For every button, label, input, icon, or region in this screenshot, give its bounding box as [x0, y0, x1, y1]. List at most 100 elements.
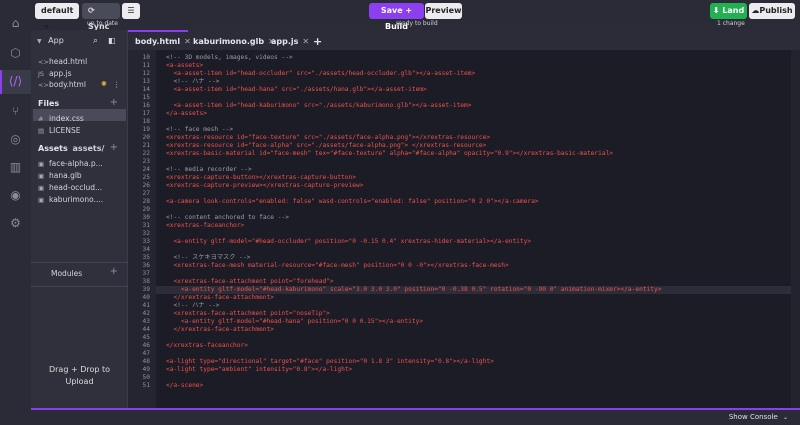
- show-console-button[interactable]: Show Console ⌄: [729, 413, 788, 421]
- code-line: <xrextras-resource id="face-alpha" src="…: [166, 142, 487, 149]
- app-label: App: [48, 36, 64, 45]
- line-number: 45: [142, 334, 150, 341]
- gear-icon[interactable]: ⚙: [8, 216, 23, 231]
- code-line: <!-- スケキヨマスク -->: [166, 254, 251, 261]
- app-header: ▼ App ⌕ ◧: [31, 32, 128, 50]
- line-number: 27: [142, 190, 150, 197]
- collapse-triangle-icon[interactable]: ▼: [37, 38, 42, 45]
- land-button[interactable]: ⬇ Land: [710, 3, 747, 19]
- file-name: kaburimono....: [49, 195, 104, 204]
- files-section-label: Files: [38, 99, 60, 108]
- land-label: Land: [722, 6, 745, 15]
- line-number: 47: [142, 350, 150, 357]
- code-line: <a-camera look-controls="enabled: false"…: [166, 198, 539, 205]
- sync-status: up to date: [87, 20, 118, 27]
- code-line: <a-light type="ambient" intensity="0.8">…: [166, 366, 353, 373]
- file-name: face-alpha.p...: [49, 159, 103, 168]
- code-line: <a-asset-item id="head-kaburimono" src="…: [166, 102, 472, 109]
- line-number: 46: [142, 342, 150, 349]
- file-item-app-js[interactable]: JS app.js: [38, 68, 72, 79]
- asset-item-head-occluder[interactable]: ▣ head-occlud...: [38, 182, 102, 193]
- line-number: 36: [142, 262, 150, 269]
- drop-text-line1: Drag + Drop to: [48, 365, 111, 374]
- map-icon[interactable]: ▥: [8, 160, 23, 175]
- line-number: 42: [142, 310, 150, 317]
- line-number: 12: [142, 70, 150, 77]
- code-line: <!-- ハナ -->: [166, 78, 220, 85]
- file-item-body-html[interactable]: <>body.html ✺ ⋮: [38, 79, 121, 90]
- line-number-gutter: 10 11 12 13 14 15 16 17 18 19 20 21 22 23 24 25 26 27 28 29…: [128, 50, 156, 408]
- cube-icon[interactable]: ⬡: [8, 46, 23, 61]
- line-number: 51: [142, 382, 150, 389]
- file-item-head-html[interactable]: <>head.html: [38, 56, 87, 67]
- add-file-icon[interactable]: +: [110, 97, 118, 108]
- tab-app-js[interactable]: app.js ✕: [271, 33, 309, 50]
- document-icon: ▤: [38, 127, 45, 135]
- line-number: 21: [142, 142, 150, 149]
- target-icon[interactable]: ◎: [8, 132, 23, 147]
- upload-dropzone[interactable]: Drag + Drop to Upload: [31, 364, 128, 388]
- hash-icon: #: [38, 115, 44, 123]
- sync-icon: ⟳: [88, 6, 95, 15]
- code-line: <xrextras-face-attachment point="forehea…: [166, 278, 334, 285]
- tab-kaburimono-glb[interactable]: kaburimono.glb ✕: [193, 33, 275, 50]
- branch-selector[interactable]: default ▼: [35, 3, 79, 31]
- tab-label: app.js: [271, 37, 299, 46]
- collapse-panel-icon[interactable]: ◧: [108, 32, 116, 50]
- home-icon[interactable]: ⌂: [8, 16, 23, 31]
- save-build-button[interactable]: Save + Build: [369, 3, 424, 31]
- menu-button[interactable]: ☰: [122, 3, 140, 19]
- sync-button[interactable]: ⟳ Sync: [82, 3, 120, 31]
- code-line: <a-light type="directional" target="#fac…: [166, 358, 494, 365]
- close-icon[interactable]: ✕: [184, 37, 191, 46]
- editor-scrollbar[interactable]: [791, 50, 800, 408]
- webcam-icon[interactable]: ◉: [8, 188, 23, 203]
- file-item-license[interactable]: ▤ LICENSE: [38, 125, 80, 136]
- code-line: <!-- face mesh -->: [166, 126, 234, 133]
- line-number: 19: [142, 126, 150, 133]
- line-number: 34: [142, 246, 150, 253]
- file-name: index.css: [49, 114, 84, 123]
- line-number: 25: [142, 174, 150, 181]
- more-icon[interactable]: ⋮: [113, 79, 121, 90]
- code-line: <xrextras-face-attachment point="noseTip…: [166, 310, 330, 317]
- asset-item-kaburimono[interactable]: ▣ kaburimono....: [38, 194, 103, 205]
- active-tab-indicator: [128, 30, 188, 32]
- asset-item-face-alpha[interactable]: ▣ face-alpha.p...: [38, 158, 103, 169]
- code-line: </a-assets>: [166, 110, 207, 117]
- line-number: 16: [142, 102, 150, 109]
- code-line: <a-assets>: [166, 62, 204, 69]
- code-editor[interactable]: <!-- 3D models, images, videos --> <a-ass…: [156, 50, 800, 408]
- line-number: 14: [142, 86, 150, 93]
- line-number: 32: [142, 230, 150, 237]
- line-number: 41: [142, 302, 150, 309]
- new-tab-icon[interactable]: +: [313, 33, 322, 50]
- publish-button[interactable]: ☁Publish: [749, 3, 795, 19]
- line-number: 11: [142, 62, 150, 69]
- tab-body-html[interactable]: body.html ✕: [135, 33, 191, 50]
- html-icon: <>: [38, 58, 49, 66]
- image-icon: ▣: [38, 160, 45, 168]
- line-number: 26: [142, 182, 150, 189]
- code-icon[interactable]: ⟨/⟩: [8, 74, 23, 89]
- line-number: 44: [142, 326, 150, 333]
- code-line: <xrextras-faceanchor>: [166, 222, 245, 229]
- line-number: 29: [142, 206, 150, 213]
- asset-item-hana[interactable]: ▣ hana.glb: [38, 170, 82, 181]
- line-number: 18: [142, 118, 150, 125]
- line-number: 17: [142, 110, 150, 117]
- assets-label: Assets: [38, 144, 68, 153]
- add-asset-icon[interactable]: +: [110, 142, 118, 153]
- line-number: 30: [142, 214, 150, 221]
- branch-label: default: [41, 6, 74, 15]
- file-name: LICENSE: [49, 126, 81, 135]
- branch-icon[interactable]: ⑂: [8, 104, 23, 119]
- assets-section-label: Assets assets/: [38, 144, 104, 153]
- preview-button[interactable]: Preview: [425, 3, 462, 19]
- file-item-index-css[interactable]: # index.css: [38, 113, 84, 124]
- search-icon[interactable]: ⌕: [93, 32, 98, 50]
- add-module-icon[interactable]: +: [110, 266, 118, 277]
- line-number: 28: [142, 198, 150, 205]
- tab-label: body.html: [135, 37, 181, 46]
- close-icon[interactable]: ✕: [302, 37, 309, 46]
